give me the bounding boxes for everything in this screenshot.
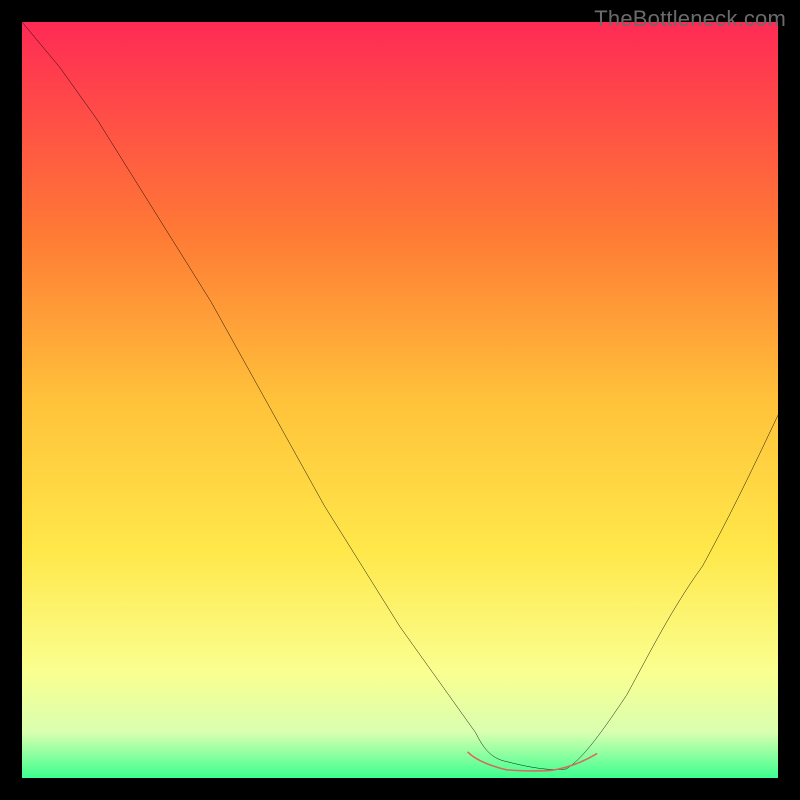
chart-svg xyxy=(22,22,778,778)
watermark-text: TheBottleneck.com xyxy=(594,6,786,32)
plot-area xyxy=(22,22,778,778)
chart-frame: TheBottleneck.com xyxy=(0,0,800,800)
gradient-background xyxy=(22,22,778,778)
